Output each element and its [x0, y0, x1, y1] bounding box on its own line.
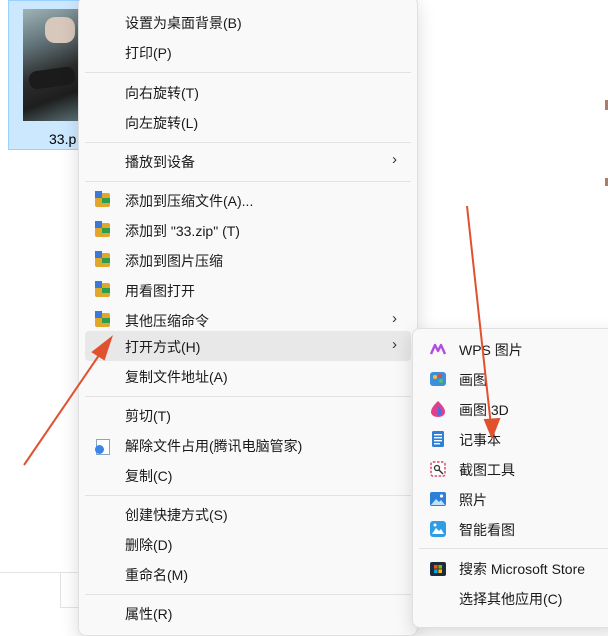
snipping-tool-icon: [430, 461, 446, 477]
submenu-item-snipping-tool[interactable]: 截图工具: [419, 454, 608, 484]
open-with-submenu: WPS 图片 画图 画图 3D 记事本 截图工具 照片 智能看图 搜索 Micr…: [412, 328, 608, 628]
chevron-right-icon: ›: [392, 310, 397, 327]
wps-image-icon: [429, 343, 447, 355]
chevron-right-icon: ›: [392, 151, 397, 168]
paint-icon: [430, 372, 446, 386]
menu-item-rotate-left[interactable]: 向左旋转(L): [85, 107, 411, 137]
archive-icon: [95, 191, 111, 208]
submenu-item-smart-viewer[interactable]: 智能看图: [419, 514, 608, 544]
menu-item-copy-file-path[interactable]: 复制文件地址(A): [85, 361, 411, 391]
thumbnail-figure-leg: [27, 65, 77, 91]
menu-separator: [85, 495, 411, 496]
archive-icon: [95, 281, 111, 298]
chevron-right-icon: ›: [392, 336, 397, 353]
menu-separator: [85, 181, 411, 182]
menu-item-open-with[interactable]: 打开方式(H) ›: [85, 331, 411, 361]
menu-separator: [85, 594, 411, 595]
menu-item-rename[interactable]: 重命名(M): [85, 559, 411, 589]
submenu-separator: [419, 548, 608, 549]
menu-item-copy[interactable]: 复制(C): [85, 460, 411, 490]
file-name-label: 33.p: [49, 131, 77, 147]
archive-icon: [95, 221, 111, 238]
notepad-icon: [432, 431, 444, 447]
menu-separator: [85, 72, 411, 73]
menu-item-delete[interactable]: 删除(D): [85, 529, 411, 559]
submenu-item-wps-image[interactable]: WPS 图片: [419, 334, 608, 364]
thumbnail-figure: [45, 17, 75, 43]
submenu-item-photos[interactable]: 照片: [419, 484, 608, 514]
submenu-item-paint[interactable]: 画图: [419, 364, 608, 394]
submenu-item-search-store[interactable]: 搜索 Microsoft Store: [419, 553, 608, 583]
explorer-divider: [0, 572, 80, 573]
explorer-divider: [60, 572, 61, 608]
menu-item-print[interactable]: 打印(P): [85, 37, 411, 67]
menu-item-cut[interactable]: 剪切(T): [85, 400, 411, 430]
submenu-item-choose-other-app[interactable]: 选择其他应用(C): [419, 583, 608, 613]
submenu-item-paint-3d[interactable]: 画图 3D: [419, 394, 608, 424]
paint-3d-icon: [431, 401, 445, 417]
menu-item-create-shortcut[interactable]: 创建快捷方式(S): [85, 499, 411, 529]
archive-icon: [95, 311, 111, 328]
tencent-unlock-icon: [95, 436, 111, 455]
menu-separator: [85, 142, 411, 143]
menu-item-unlock-file[interactable]: 解除文件占用(腾讯电脑管家): [85, 430, 411, 460]
menu-item-add-to-zip[interactable]: 添加到 "33.zip" (T): [85, 215, 411, 245]
archive-icon: [95, 251, 111, 268]
file-thumbnail-selected[interactable]: 33.p: [8, 0, 88, 150]
menu-item-add-to-archive[interactable]: 添加到压缩文件(A)...: [85, 185, 411, 215]
submenu-item-notepad[interactable]: 记事本: [419, 424, 608, 454]
context-menu: 设置为桌面背景(B) 打印(P) 向右旋转(T) 向左旋转(L) 播放到设备 ›…: [78, 0, 418, 636]
menu-item-cast-to-device[interactable]: 播放到设备 ›: [85, 146, 411, 176]
menu-separator: [85, 396, 411, 397]
menu-item-open-with-viewer[interactable]: 用看图打开: [85, 275, 411, 305]
photos-icon: [430, 492, 446, 506]
explorer-divider: [60, 607, 80, 608]
menu-item-set-desktop-background[interactable]: 设置为桌面背景(B): [85, 7, 411, 37]
menu-item-add-to-image-compress[interactable]: 添加到图片压缩: [85, 245, 411, 275]
microsoft-store-icon: [430, 562, 446, 576]
menu-item-rotate-right[interactable]: 向右旋转(T): [85, 77, 411, 107]
smart-viewer-icon: [430, 521, 446, 537]
